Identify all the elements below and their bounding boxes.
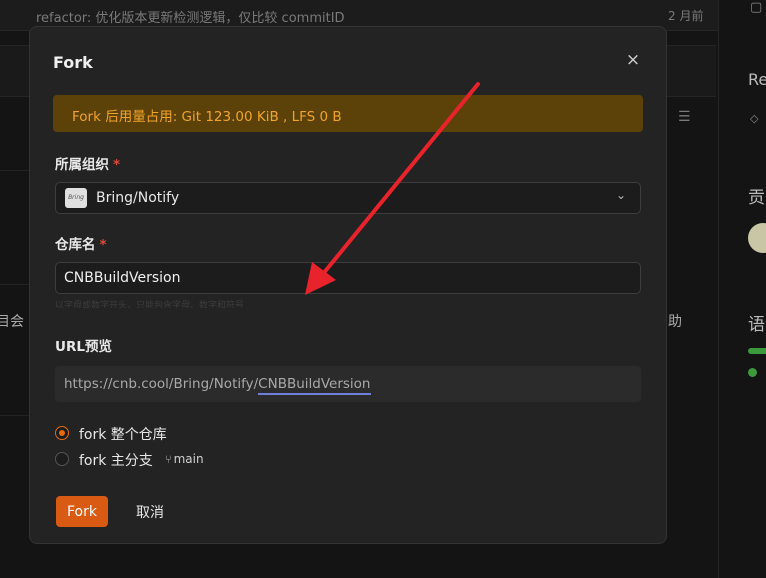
branch-tag: ⑂ main [165,452,204,466]
repo-name-input[interactable] [55,262,641,294]
background-divider [0,170,30,171]
radio-fork-main-label: fork 主分支 [79,453,153,469]
branch-name: main [173,452,204,466]
book-icon: ▢ [750,0,763,15]
repo-helper-text: 以字母或数字开头，只能包含字母、数字和符号 [55,301,245,308]
dialog-title: Fork [53,53,93,72]
chevron-down-icon: ⌄ [616,188,627,202]
background-text-fragment: 助 [668,314,682,330]
org-select[interactable]: Bring Bring/Notify ⌄ [55,182,641,214]
background-commit-time: 2 月前 [668,9,704,23]
fork-dialog: Fork × Fork 后用量占用: Git 123.00 KiB , LFS … [29,26,667,544]
sidebar-heading-readme: Re [748,70,766,89]
radio-fork-all-label: fork 整个仓库 [79,427,167,443]
background-commit-message: refactor: 优化版本更新检测逻辑，仅比较 commitID [36,11,345,26]
background-text-fragment: 目会 [0,314,24,330]
sidebar-heading-contributors: 贡 [748,188,765,208]
usage-text: Fork 后用量占用: Git 123.00 KiB , LFS 0 B [72,109,342,125]
radio-button-selected[interactable] [55,426,69,440]
background-divider [0,415,30,416]
org-label: 所属组织 * [55,153,120,173]
org-select-value: Bring/Notify [96,190,180,206]
tag-icon: ◇ [750,112,759,125]
list-icon[interactable]: ☰ [678,109,691,125]
sidebar-heading-languages: 语 [748,315,765,335]
url-preview: https://cnb.cool/Bring/Notify/CNBBuildVe… [55,366,641,402]
repo-label: 仓库名 * [55,233,107,253]
cancel-button[interactable]: 取消 [126,496,174,527]
close-icon[interactable]: × [624,51,642,69]
fork-button[interactable]: Fork [56,496,108,527]
org-label-text: 所属组织 [55,157,109,173]
required-mark: * [113,157,121,173]
url-repo-name: CNBBuildVersion [258,376,371,395]
background-divider [0,284,30,285]
url-preview-text: https://cnb.cool/Bring/Notify/CNBBuildVe… [64,376,371,395]
repo-label-text: 仓库名 [55,237,96,253]
org-logo: Bring [65,188,87,208]
language-dot [748,368,757,377]
url-preview-label: URL预览 [55,339,112,355]
branch-icon: ⑂ [165,453,172,466]
language-bar [748,348,766,354]
required-mark: * [99,237,107,253]
radio-button[interactable] [55,452,69,466]
usage-banner: Fork 后用量占用: Git 123.00 KiB , LFS 0 B [53,95,643,132]
url-prefix: https://cnb.cool/Bring/Notify/ [64,376,259,392]
